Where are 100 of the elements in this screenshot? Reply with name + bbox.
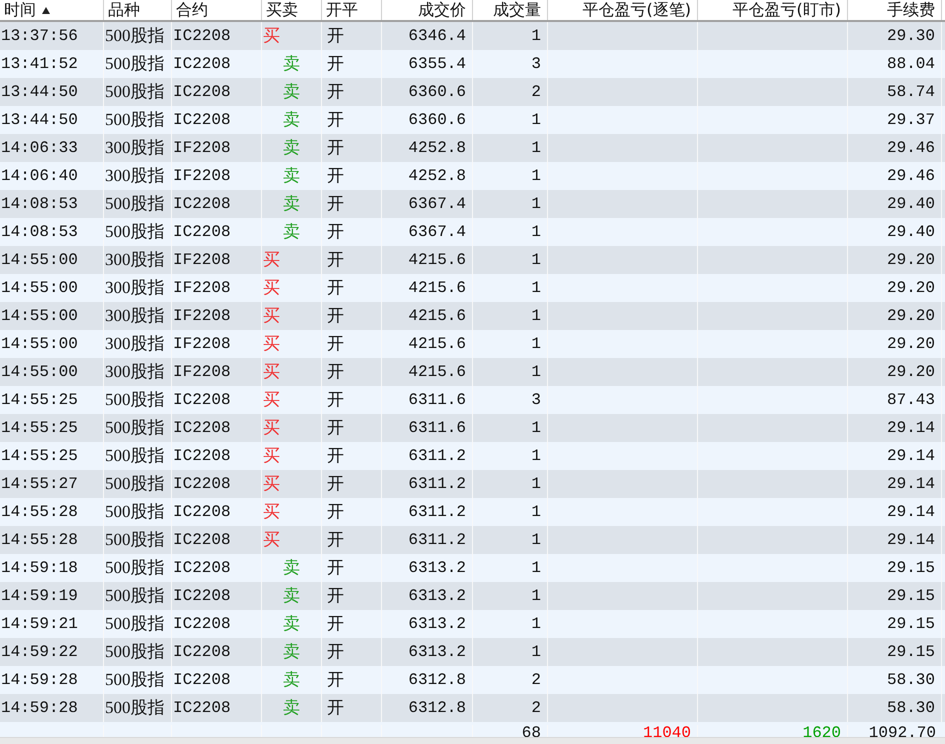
side-cell-text: 卖: [283, 697, 300, 720]
product-cell-text: 300股指: [105, 333, 164, 356]
contract-cell-text: IC2208: [173, 586, 231, 607]
column-header[interactable]: 成交量: [473, 0, 548, 20]
volume-cell-text: 1: [531, 474, 541, 495]
contract-cell-text: IC2208: [173, 502, 231, 523]
volume-cell-text: 1: [531, 502, 541, 523]
column-header[interactable]: 时间: [0, 0, 104, 20]
product-cell-text: 300股指: [105, 277, 164, 300]
time-cell-text: 14:06:33: [1, 138, 78, 159]
column-header[interactable]: 合约: [172, 0, 262, 20]
price-cell-text: 4252.8: [408, 166, 466, 187]
side-cell-text: 买: [263, 305, 280, 328]
open-close-cell-text: 开: [326, 501, 344, 524]
time-cell-text: 14:59:22: [1, 642, 78, 663]
fee-cell-text: 29.40: [886, 194, 935, 215]
product-cell-text: 500股指: [105, 501, 164, 524]
price-cell-text: 6367.4: [408, 194, 466, 215]
product-cell-text: 500股指: [105, 25, 164, 48]
time-cell-text: 14:59:18: [1, 558, 78, 579]
open-close-cell-text: 开: [326, 333, 344, 356]
contract-cell-text: IC2208: [173, 558, 231, 579]
horizontal-scrollbar[interactable]: [0, 737, 945, 744]
column-header[interactable]: 平仓盈亏(盯市): [698, 0, 848, 20]
time-cell-text: 14:08:53: [1, 222, 78, 243]
side-cell-text: 买: [263, 361, 280, 384]
fee-cell-text: 29.20: [886, 306, 935, 327]
open-close-cell-text: 开: [326, 361, 344, 384]
contract-cell-text: IC2208: [173, 642, 231, 663]
column-header[interactable]: 平仓盈亏(逐笔): [548, 0, 698, 20]
column-header[interactable]: 手续费: [848, 0, 942, 20]
column-header[interactable]: 开平: [322, 0, 382, 20]
time-cell-text: 13:37:56: [1, 26, 78, 47]
open-close-cell-text: 开: [326, 557, 344, 580]
product-cell-text: 500股指: [105, 697, 164, 720]
total-fee: 1092.70: [868, 725, 936, 737]
price-cell-text: 6312.8: [408, 698, 466, 719]
fee-cell-text: 29.14: [886, 502, 935, 523]
fee-cell-text: 29.46: [886, 166, 935, 187]
time-cell-text: 14:55:00: [1, 250, 78, 271]
open-close-cell-text: 开: [326, 249, 344, 272]
contract-cell-text: IC2208: [173, 26, 231, 47]
contract-cell-text: IC2208: [173, 390, 231, 411]
price-cell-text: 6313.2: [408, 586, 466, 607]
volume-cell-text: 1: [531, 614, 541, 635]
price-cell-text: 6311.6: [408, 390, 466, 411]
side-cell-text: 卖: [283, 585, 300, 608]
product-cell-text: 500股指: [105, 445, 164, 468]
contract-cell-text: IF2208: [173, 166, 231, 187]
column-header[interactable]: 买卖: [262, 0, 322, 20]
open-close-cell-text: 开: [326, 473, 344, 496]
fee-cell-text: 29.14: [886, 418, 935, 439]
product-cell-text: 300股指: [105, 249, 164, 272]
fee-cell-text: 29.14: [886, 446, 935, 467]
side-cell-text: 买: [263, 277, 280, 300]
time-cell-text: 14:55:00: [1, 362, 78, 383]
price-cell-text: 6312.8: [408, 670, 466, 691]
product-cell-text: 300股指: [105, 165, 164, 188]
open-close-cell-text: 开: [326, 193, 344, 216]
time-cell-text: 14:59:28: [1, 670, 78, 691]
contract-cell-text: IC2208: [173, 418, 231, 439]
volume-cell-text: 1: [531, 110, 541, 131]
fee-cell-text: 29.14: [886, 530, 935, 551]
product-cell-text: 500股指: [105, 389, 164, 412]
side-cell-text: 买: [263, 417, 280, 440]
volume-cell-text: 3: [531, 390, 541, 411]
volume-cell-text: 1: [531, 306, 541, 327]
price-cell-text: 4215.6: [408, 306, 466, 327]
column-header[interactable]: 品种: [104, 0, 172, 20]
product-cell-text: 500股指: [105, 641, 164, 664]
side-cell-text: 卖: [283, 165, 300, 188]
open-close-cell-text: 开: [326, 697, 344, 720]
side-cell-text: 卖: [283, 557, 300, 580]
product-cell-text: 300股指: [105, 305, 164, 328]
price-cell-text: 6311.2: [408, 474, 466, 495]
contract-cell-text: IC2208: [173, 614, 231, 635]
price-cell-text: 4215.6: [408, 334, 466, 355]
price-cell-text: 4215.6: [408, 362, 466, 383]
contract-cell-text: IC2208: [173, 698, 231, 719]
total-pnl: 1620: [802, 725, 841, 737]
time-cell-text: 14:55:00: [1, 278, 78, 299]
fee-cell-text: 29.46: [886, 138, 935, 159]
contract-cell-text: IC2208: [173, 446, 231, 467]
column-header[interactable]: 成交价: [382, 0, 473, 20]
side-cell-text: 买: [263, 249, 280, 272]
total-pnl: 11040: [642, 725, 691, 737]
volume-cell-text: 1: [531, 250, 541, 271]
open-close-cell-text: 开: [326, 613, 344, 636]
side-cell-text: 买: [263, 473, 280, 496]
open-close-cell-text: 开: [326, 81, 344, 104]
price-cell-text: 6346.4: [408, 26, 466, 47]
time-cell-text: 14:55:25: [1, 390, 78, 411]
open-close-cell-text: 开: [326, 529, 344, 552]
product-cell-text: 500股指: [105, 81, 164, 104]
product-cell-text: 500股指: [105, 53, 164, 76]
side-cell-text: 卖: [283, 641, 300, 664]
volume-cell-text: 1: [531, 334, 541, 355]
open-close-cell-text: 开: [326, 305, 344, 328]
open-close-cell-text: 开: [326, 221, 344, 244]
side-cell-text: 买: [263, 389, 280, 412]
